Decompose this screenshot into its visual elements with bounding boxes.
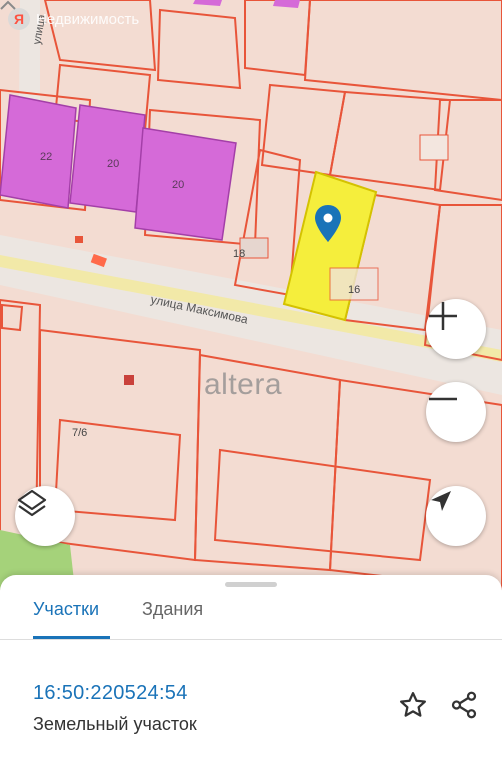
house-number-20a: 20 (107, 158, 119, 170)
building-22[interactable] (0, 94, 77, 209)
house-number-7-6: 7/6 (72, 427, 87, 439)
house-number-20b: 20 (172, 179, 184, 191)
tab-bar: Участки Здания (0, 591, 502, 640)
zoom-in-button[interactable] (426, 299, 486, 359)
minus-icon (429, 397, 457, 401)
watermark-roof-icon (0, 0, 16, 10)
active-tab-indicator (33, 636, 110, 639)
brand-header: Я Недвижимость (8, 8, 139, 30)
share-button[interactable] (446, 687, 482, 723)
bus-stop-icon (75, 236, 83, 243)
navigation-arrow-icon (431, 491, 451, 511)
layers-icon (17, 489, 47, 517)
star-icon (400, 692, 426, 717)
sheet-drag-handle[interactable] (225, 582, 277, 587)
house-number-22: 22 (40, 151, 52, 163)
locate-button[interactable] (426, 486, 486, 546)
watermark: altera (204, 368, 283, 401)
plus-icon (429, 302, 457, 330)
map-view[interactable]: 22 20 20 18 16 7/6 улица Максимова улица… (0, 0, 502, 590)
favorite-button[interactable] (395, 687, 431, 723)
zoom-out-button[interactable] (426, 382, 486, 442)
share-icon (451, 691, 477, 719)
house-number-18: 18 (233, 248, 245, 260)
brand-logo-icon: Я (8, 8, 30, 30)
house-number-16: 16 (348, 284, 360, 296)
layers-button[interactable] (15, 486, 75, 546)
tab-parcels[interactable]: Участки (33, 599, 99, 620)
parcel-type: Земельный участок (33, 714, 197, 734)
bottom-sheet: Участки Здания 16:50:220524:54 Земельный… (0, 575, 502, 768)
place-marker-icon (124, 375, 134, 385)
tab-buildings[interactable]: Здания (142, 599, 203, 620)
small-structure (419, 134, 449, 161)
building-20-east[interactable] (134, 127, 237, 241)
brand-label: Недвижимость (36, 10, 140, 28)
cadastral-number[interactable]: 16:50:220524:54 (33, 682, 188, 705)
